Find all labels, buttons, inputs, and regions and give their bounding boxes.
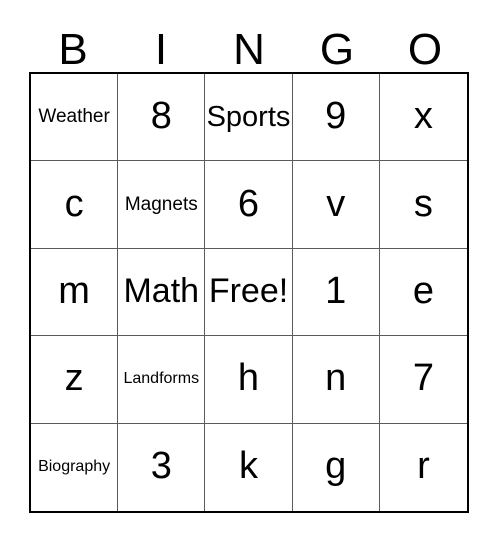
bingo-cell[interactable]: z: [31, 336, 119, 424]
bingo-cell[interactable]: s: [379, 161, 467, 249]
bingo-cell[interactable]: r: [379, 423, 467, 511]
bingo-header-letter-n: N: [233, 25, 265, 74]
bingo-cell-label: Magnets: [124, 193, 198, 215]
bingo-cell-label: Free!: [208, 272, 289, 311]
bingo-cell[interactable]: Math: [118, 248, 206, 337]
bingo-header-letter-b: B: [58, 25, 88, 74]
bingo-cell-label: n: [325, 357, 347, 400]
bingo-cell-label: Sports: [206, 100, 291, 133]
bingo-cell-label: k: [238, 445, 258, 488]
bingo-cell[interactable]: Magnets: [118, 161, 206, 249]
bingo-cell-label: Biography: [38, 457, 111, 475]
bingo-cell[interactable]: 8: [118, 74, 206, 162]
bingo-cell[interactable]: 3: [118, 423, 206, 511]
bingo-free-space-cell[interactable]: Free!: [205, 248, 293, 337]
bingo-cell-label: 3: [150, 445, 172, 488]
bingo-cell-label: h: [237, 357, 260, 400]
bingo-cell-label: c: [64, 182, 84, 225]
bingo-cell[interactable]: v: [292, 161, 380, 249]
bingo-cell-label: s: [413, 182, 433, 225]
bingo-cell[interactable]: Weather: [31, 74, 119, 162]
bingo-header-letter-o: O: [407, 25, 443, 74]
bingo-cell-label: r: [417, 445, 430, 488]
bingo-cell[interactable]: Landforms: [118, 336, 206, 424]
bingo-cell-label: x: [413, 95, 433, 138]
bingo-cell[interactable]: e: [379, 248, 467, 337]
bingo-cell-label: 1: [325, 270, 347, 313]
bingo-cell[interactable]: 7: [379, 336, 467, 424]
bingo-cell[interactable]: k: [205, 423, 293, 511]
bingo-cell[interactable]: x: [379, 74, 467, 162]
bingo-cell[interactable]: 1: [292, 248, 380, 337]
bingo-cell-label: Landforms: [123, 369, 200, 387]
bingo-cell[interactable]: c: [31, 161, 119, 249]
bingo-cell[interactable]: g: [292, 423, 380, 511]
bingo-cell[interactable]: h: [205, 336, 293, 424]
bingo-header-letter-g: G: [319, 25, 355, 74]
bingo-cell[interactable]: 9: [292, 74, 380, 162]
bingo-cell[interactable]: 6: [205, 161, 293, 249]
bingo-card: B I N G O Weather 8 Sports 9 x c Magnets 6 v s m Math Fr…: [0, 0, 500, 544]
bingo-cell[interactable]: Sports: [205, 74, 293, 162]
bingo-cell-label: g: [325, 445, 347, 488]
bingo-cell-label: 9: [325, 95, 347, 138]
bingo-cell-label: Math: [123, 272, 200, 311]
bingo-cell-label: 8: [150, 95, 172, 138]
bingo-cell-label: v: [326, 182, 346, 225]
bingo-header-letter-i: I: [154, 25, 168, 74]
bingo-cell-label: 7: [412, 357, 434, 400]
bingo-cell-label: m: [58, 270, 90, 313]
bingo-cell-label: Weather: [38, 106, 110, 128]
bingo-cell-label: z: [64, 357, 84, 400]
bingo-cell[interactable]: n: [292, 336, 380, 424]
bingo-cell[interactable]: Biography: [31, 423, 119, 511]
bingo-cell[interactable]: m: [31, 248, 119, 337]
bingo-cell-label: e: [412, 270, 434, 313]
bingo-cell-label: 6: [237, 182, 260, 225]
bingo-grid: Weather 8 Sports 9 x c Magnets 6 v s m Math Free! 1 e z…: [29, 72, 469, 513]
bingo-header-row: BINGO: [29, 18, 469, 72]
